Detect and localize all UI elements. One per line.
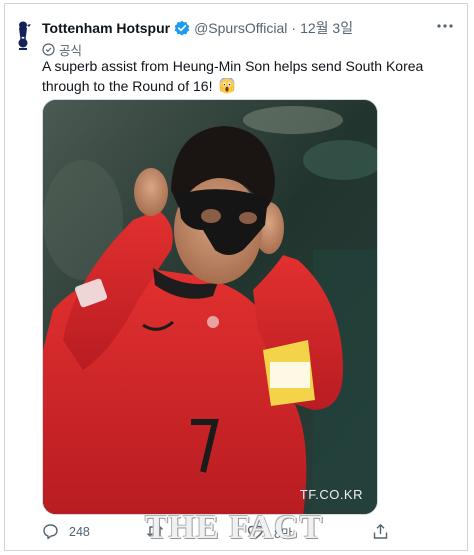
media-credit: TF.CO.KR xyxy=(299,487,363,502)
share-button[interactable] xyxy=(372,523,399,540)
reply-button[interactable]: 248 xyxy=(42,523,90,540)
share-icon xyxy=(372,523,389,540)
verified-badge-icon xyxy=(174,20,190,36)
reply-icon xyxy=(42,523,59,540)
tweet-card[interactable]: Tottenham Hotspur @SpursOfficial · 12월 3… xyxy=(4,3,468,551)
separator-dot: · xyxy=(291,20,297,36)
official-badge-icon xyxy=(42,43,55,56)
tweet-date[interactable]: 12월 3일 xyxy=(300,18,353,38)
spurs-cockerel-icon[interactable] xyxy=(11,18,35,54)
display-name[interactable]: Tottenham Hotspur xyxy=(42,20,170,36)
watermark: THE FACT xyxy=(145,509,324,546)
tweet-photo[interactable]: TF.CO.KR xyxy=(42,99,378,515)
user-handle[interactable]: @SpursOfficial xyxy=(194,20,287,36)
reply-count: 248 xyxy=(69,524,90,539)
face-screaming-in-fear-icon xyxy=(219,76,235,94)
more-icon[interactable] xyxy=(433,16,457,36)
tweet-text: A superb assist from Heung-Min Son helps… xyxy=(42,56,462,96)
tweet-header: Tottenham Hotspur @SpursOfficial · 12월 3… xyxy=(42,18,452,38)
